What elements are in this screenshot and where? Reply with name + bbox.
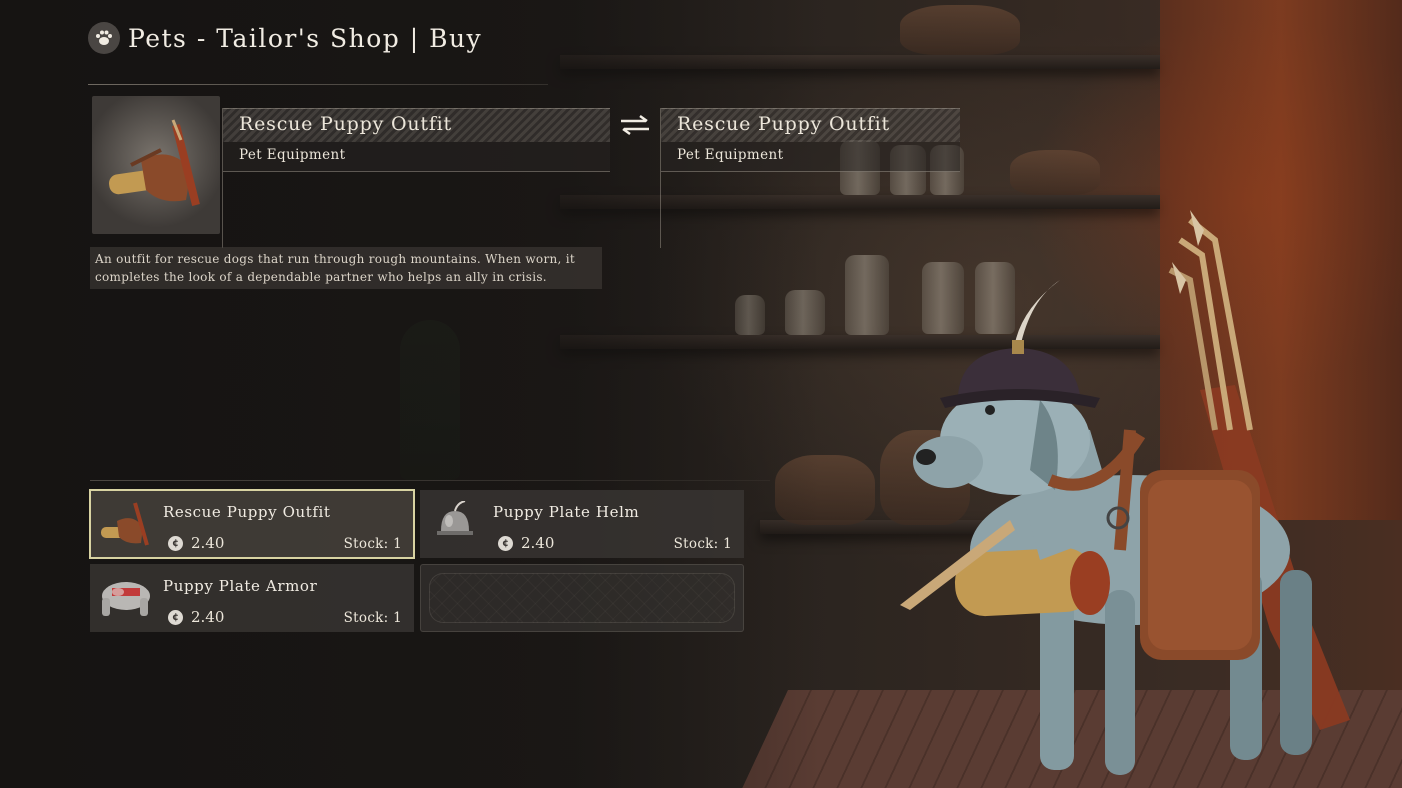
shop-item-price: ¢ 2.40: [168, 608, 224, 626]
equipped-item-card: Rescue Puppy Outfit Pet Equipment: [660, 108, 960, 248]
shop-item-name: Puppy Plate Helm: [493, 503, 640, 521]
shop-item-stock: Stock: 1: [343, 610, 402, 626]
shop-item-rescue-puppy-outfit[interactable]: Rescue Puppy Outfit ¢ 2.40 Stock: 1: [89, 489, 415, 559]
shop-item-price: ¢ 2.40: [168, 534, 224, 552]
helm-icon: [426, 496, 484, 552]
selected-item-card: Rescue Puppy Outfit Pet Equipment: [222, 108, 610, 248]
shop-item-name: Rescue Puppy Outfit: [163, 503, 331, 521]
price-value: 2.40: [191, 534, 225, 552]
shop-item-stock: Stock: 1: [673, 536, 732, 552]
shop-item-puppy-plate-armor[interactable]: Puppy Plate Armor ¢ 2.40 Stock: 1: [90, 564, 414, 632]
outfit-icon: [109, 119, 200, 206]
price-value: 2.40: [521, 534, 555, 552]
list-divider: [90, 480, 770, 481]
selected-item-image: [92, 96, 220, 234]
compare-swap-icon: [621, 114, 649, 136]
page-title: Pets - Tailor's Shop | Buy: [128, 23, 483, 53]
dog-illustration: [900, 210, 1350, 775]
equipped-item-type: Pet Equipment: [661, 142, 960, 172]
coin-icon: ¢: [168, 535, 183, 551]
armor-icon: [96, 570, 154, 626]
shop-item-puppy-plate-helm[interactable]: Puppy Plate Helm ¢ 2.40 Stock: 1: [420, 490, 744, 558]
selected-item-type: Pet Equipment: [223, 142, 610, 172]
coin-icon: ¢: [498, 535, 513, 551]
shop-item-price: ¢ 2.40: [498, 534, 554, 552]
empty-slot-pattern: [429, 573, 735, 623]
empty-shop-slot: [420, 564, 744, 632]
selected-item-name: Rescue Puppy Outfit: [223, 108, 610, 142]
header-divider: [88, 84, 548, 85]
paw-icon: [88, 22, 120, 54]
equipped-item-name: Rescue Puppy Outfit: [661, 108, 960, 142]
price-value: 2.40: [191, 608, 225, 626]
page-header: Pets - Tailor's Shop | Buy: [88, 22, 548, 85]
coin-icon: ¢: [168, 609, 183, 625]
shop-item-name: Puppy Plate Armor: [163, 577, 318, 595]
pet-preview-model[interactable]: [890, 200, 1400, 788]
shop-item-stock: Stock: 1: [343, 536, 402, 552]
outfit-icon: [96, 496, 154, 552]
item-description: An outfit for rescue dogs that run throu…: [90, 247, 602, 289]
